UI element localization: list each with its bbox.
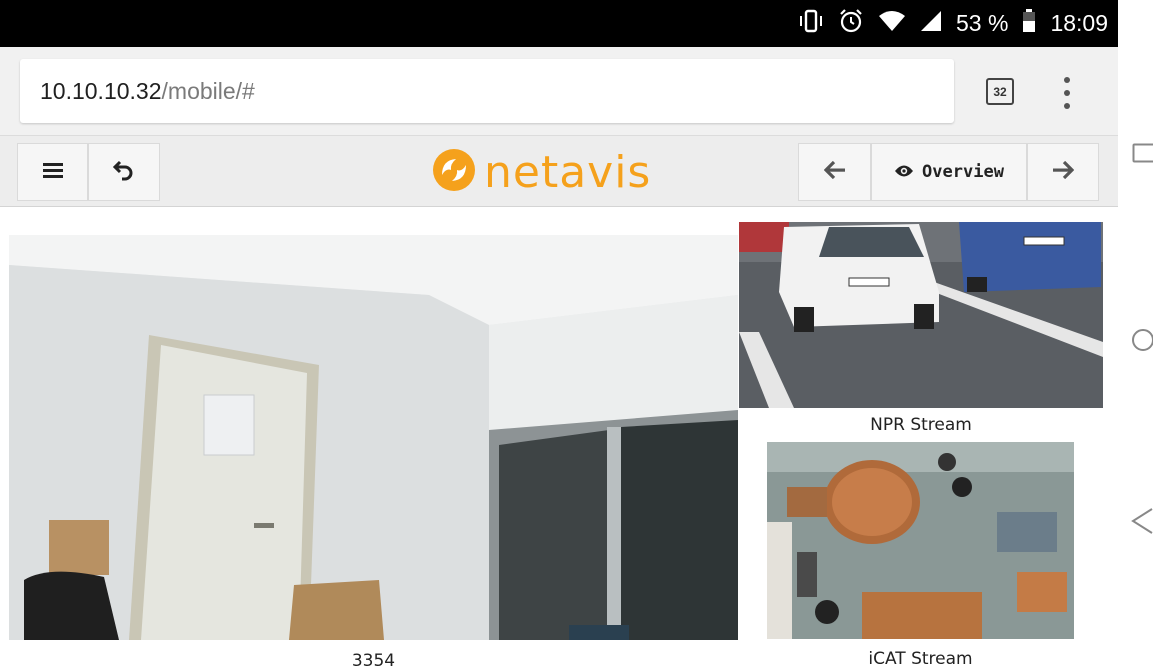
url-path: /mobile/#: [161, 77, 255, 104]
status-icons: 53 % 18:09: [798, 0, 1108, 47]
recents-icon[interactable]: [1132, 143, 1153, 167]
tab-switcher-button[interactable]: 32: [986, 78, 1014, 105]
clock: 18:09: [1050, 10, 1108, 36]
camera-view-npr-stream[interactable]: [739, 222, 1103, 408]
previous-view-button[interactable]: [798, 143, 871, 201]
camera-label-icat-stream: iCAT Stream: [868, 649, 973, 668]
camera-label-npr-stream: NPR Stream: [870, 415, 972, 435]
undo-icon: [112, 159, 135, 185]
overview-label: Overview: [922, 162, 1004, 182]
battery-percent: 53 %: [956, 10, 1009, 36]
camera-image-office-overhead: [767, 442, 1074, 639]
brand-name: netavis: [484, 146, 652, 198]
android-nav-bar: [1118, 0, 1153, 668]
camera-image-office: [9, 235, 738, 640]
next-view-button[interactable]: [1027, 143, 1099, 201]
menu-icon: [42, 162, 63, 182]
camera-grid: 3354 NPR Stream iCAT Stream: [0, 207, 1118, 668]
eye-icon: [894, 163, 914, 182]
wifi-icon: [878, 10, 906, 38]
netavis-logo-icon: [432, 148, 476, 196]
arrow-right-icon: [1052, 160, 1075, 183]
url-host: 10.10.10.32: [40, 77, 162, 104]
status-bar: 53 % 18:09: [0, 0, 1118, 47]
vibrate-icon: [798, 9, 824, 39]
browser-menu-icon[interactable]: [1061, 77, 1073, 109]
camera-view-3354[interactable]: [9, 235, 738, 640]
back-icon[interactable]: [1130, 507, 1153, 539]
signal-icon: [920, 10, 942, 38]
battery-icon: [1022, 8, 1036, 39]
netavis-logo: netavis: [432, 146, 651, 198]
menu-button[interactable]: [17, 143, 88, 201]
alarm-icon: [838, 8, 864, 40]
phone-screen: 53 % 18:09 10.10.10.32/mobile/# 32 netav…: [0, 0, 1118, 668]
app-toolbar: netavis Overview: [0, 135, 1118, 207]
camera-image-road: [739, 222, 1103, 408]
camera-view-icat-stream[interactable]: [767, 442, 1074, 639]
home-icon[interactable]: [1130, 329, 1153, 355]
browser-chrome: 10.10.10.32/mobile/# 32: [0, 47, 1118, 135]
arrow-left-icon: [823, 160, 846, 183]
overview-button[interactable]: Overview: [871, 143, 1027, 201]
url-bar[interactable]: 10.10.10.32/mobile/#: [20, 59, 954, 123]
camera-label-3354: 3354: [351, 651, 396, 668]
undo-button[interactable]: [88, 143, 160, 201]
